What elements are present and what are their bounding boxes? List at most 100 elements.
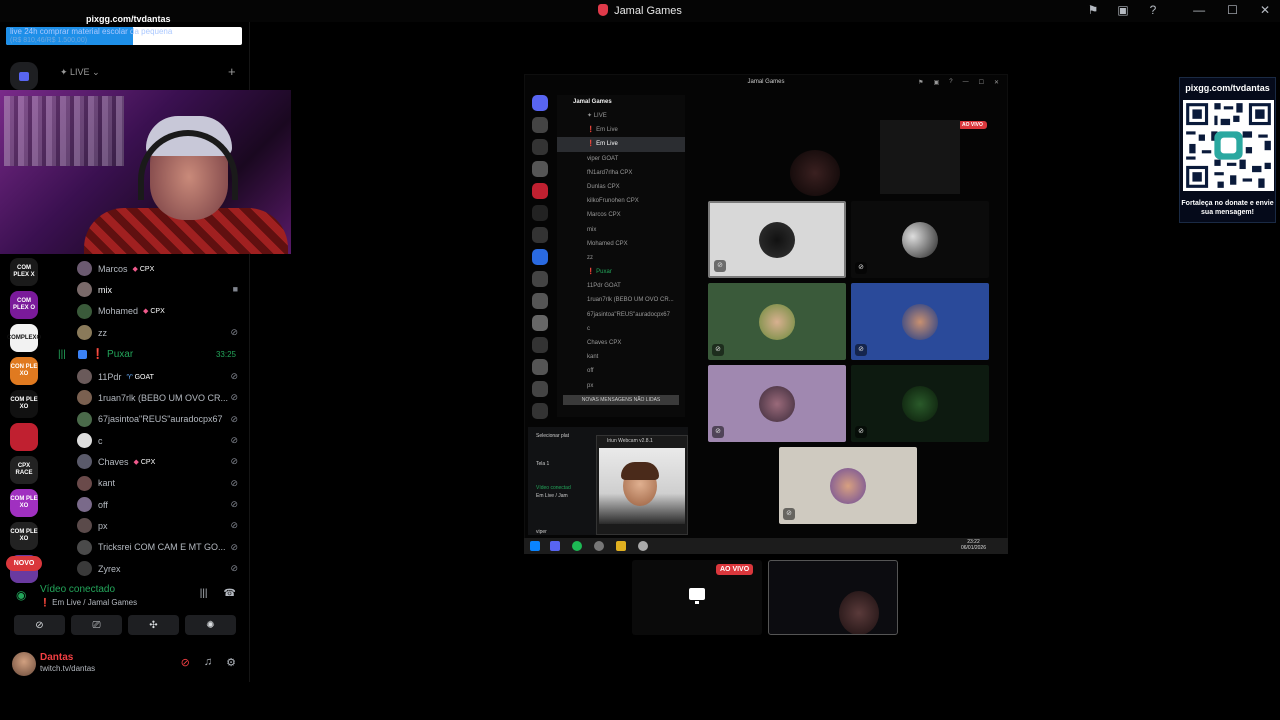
member-row[interactable]: px ⊘ <box>48 515 248 536</box>
monitor-icon <box>689 588 705 604</box>
category-live[interactable]: ✦ LIVE ⌄ <box>60 67 100 78</box>
video-tile[interactable]: ⊘ <box>708 365 846 442</box>
avatar[interactable] <box>77 496 92 512</box>
mic-muted-icon[interactable]: ⊘ <box>181 656 190 669</box>
embed-server-name: Jamal Games <box>573 99 612 105</box>
gear-icon[interactable]: ⚙ <box>226 656 236 669</box>
avatar[interactable] <box>77 303 92 319</box>
server-icon[interactable]: COM PLE XO <box>10 522 38 550</box>
member-row[interactable]: Tricksrei COM CAM E MT GO... ⊘ <box>48 537 248 558</box>
avatar[interactable] <box>77 390 92 406</box>
member-row[interactable]: 11Pdr ♈ GOAT ⊘ <box>48 366 248 387</box>
avatar[interactable] <box>77 411 92 427</box>
member-name: zz <box>98 327 107 338</box>
avatar[interactable] <box>77 324 92 340</box>
direct-messages-button[interactable] <box>10 62 38 90</box>
video-tile[interactable]: ⊘ <box>708 283 846 360</box>
camera-tile[interactable] <box>768 560 898 635</box>
member-row[interactable]: Mohamed ◆ CPX <box>48 301 248 322</box>
member-row[interactable]: 67jasintoa"REUS"auradocpx67 ⊘ <box>48 409 248 430</box>
server-icon[interactable]: COM PLE XO <box>10 390 38 418</box>
help-icon[interactable]: ? <box>1146 3 1160 17</box>
headphones-icon[interactable]: ♫ <box>204 656 212 669</box>
member-row[interactable]: kant ⊘ <box>48 473 248 494</box>
avatar <box>759 221 795 258</box>
server-icon[interactable]: COM PLE XO <box>10 489 38 517</box>
maximize-button[interactable]: ☐ <box>1227 3 1238 17</box>
screen-share-button[interactable]: ⎚ <box>71 615 122 635</box>
video-tile[interactable]: ⊘ <box>851 283 989 360</box>
server-icon[interactable]: COM PLEX O <box>10 291 38 319</box>
noise-suppression-icon[interactable]: ||| <box>200 588 208 599</box>
mic-muted-icon: ⊘ <box>230 541 238 552</box>
folder-icon[interactable] <box>616 541 626 551</box>
browser-icon[interactable] <box>594 541 604 551</box>
video-tile[interactable]: ⊘ <box>851 365 989 442</box>
embed-channel-row: zz <box>587 254 593 261</box>
embed-channel-row: ✦ LIVE <box>587 113 607 119</box>
video-tile[interactable]: ⊘ <box>708 201 846 278</box>
avatar[interactable] <box>77 454 92 470</box>
member-row[interactable]: Marcos ◆ CPX <box>48 258 248 279</box>
member-badge: ◆ CPX <box>143 308 165 316</box>
server-icon[interactable] <box>10 423 38 451</box>
discord-taskbar-icon[interactable] <box>550 541 560 551</box>
avatar[interactable] <box>77 282 92 298</box>
screen-share-tile[interactable]: AO VIVO <box>632 560 762 635</box>
avatar[interactable] <box>77 475 92 491</box>
member-row[interactable]: Chaves ◆ CPX ⊘ <box>48 451 248 472</box>
member-row[interactable]: 1ruan7rlk (BEBO UM OVO CR... ⊘ <box>48 387 248 408</box>
embed-server-icon <box>532 337 548 353</box>
minimize-button[interactable]: — <box>1193 3 1205 17</box>
server-icon[interactable]: COMPLEXO <box>7 324 41 352</box>
gem-icon: ◆ <box>133 459 141 467</box>
windows-start-icon[interactable] <box>530 541 540 551</box>
member-name: off <box>98 499 108 510</box>
member-name: mix <box>98 284 112 295</box>
member-badge: ◆ CPX <box>132 265 155 273</box>
member-row[interactable]: Zyrex ⊘ <box>48 558 248 579</box>
gem-icon: ◆ <box>132 265 140 273</box>
new-badge[interactable]: NOVO <box>6 556 42 571</box>
avatar <box>759 385 795 422</box>
avatar[interactable] <box>12 652 36 676</box>
avatar <box>902 221 938 258</box>
member-row[interactable]: c ⊘ <box>48 430 248 451</box>
voice-channel-puxar[interactable]: ||| ❗ Puxar 33:25 <box>48 343 248 366</box>
server-icon[interactable]: COM PLEX X <box>10 258 38 286</box>
spotify-icon[interactable] <box>572 541 582 551</box>
avatar[interactable] <box>77 518 92 534</box>
camera-off-button[interactable]: ⊘ <box>14 615 65 635</box>
server-icon[interactable]: CPX RACE <box>10 456 38 484</box>
avatar[interactable] <box>77 560 92 576</box>
mic-muted-icon: ⊘ <box>230 326 238 337</box>
member-row[interactable]: mix ■ <box>48 279 248 300</box>
server-icon[interactable]: CON PLE XO <box>10 357 38 385</box>
mic-muted-icon: ⊘ <box>230 520 238 531</box>
member-row[interactable]: zz ⊘ <box>48 322 248 343</box>
voice-location[interactable]: ❗ Em Live / Jamal Games <box>40 598 137 607</box>
flag-icon[interactable]: ⚑ <box>1086 3 1100 17</box>
voice-member-list: Marcos ◆ CPX mix ■ Mohamed ◆ CPX zz ⊘ ||| ❗ Pux… <box>48 258 248 579</box>
webcam-app-icon[interactable] <box>638 541 648 551</box>
close-button[interactable]: ✕ <box>1260 3 1270 17</box>
avatar[interactable] <box>77 261 92 276</box>
add-channel-icon[interactable]: + <box>228 64 236 79</box>
avatar[interactable] <box>77 433 92 449</box>
soundboard-button[interactable]: ✺ <box>185 615 236 635</box>
avatar[interactable] <box>77 539 92 555</box>
video-tile[interactable]: ⊘ <box>851 201 989 278</box>
disconnect-icon[interactable]: ☎ <box>224 588 236 599</box>
avatar[interactable] <box>77 369 92 385</box>
iriun-webcam-window[interactable]: Iriun Webcam v2.8.1 <box>596 435 688 535</box>
member-name: px <box>98 520 108 531</box>
embed-channel-row: fN1ard7rlha CPX <box>587 169 633 176</box>
mic-muted-icon: ⊘ <box>714 260 726 272</box>
member-row[interactable]: off ⊘ <box>48 494 248 515</box>
inbox-icon[interactable]: ▣ <box>1116 3 1130 17</box>
mic-muted-icon: ⊘ <box>230 413 238 424</box>
member-name: 1ruan7rlk (BEBO UM OVO CR... <box>98 393 229 404</box>
embed-channel-row: 11Pdr GOAT <box>587 283 621 290</box>
video-tile[interactable]: ⊘ <box>779 447 917 524</box>
activities-button[interactable]: ✣ <box>128 615 179 635</box>
